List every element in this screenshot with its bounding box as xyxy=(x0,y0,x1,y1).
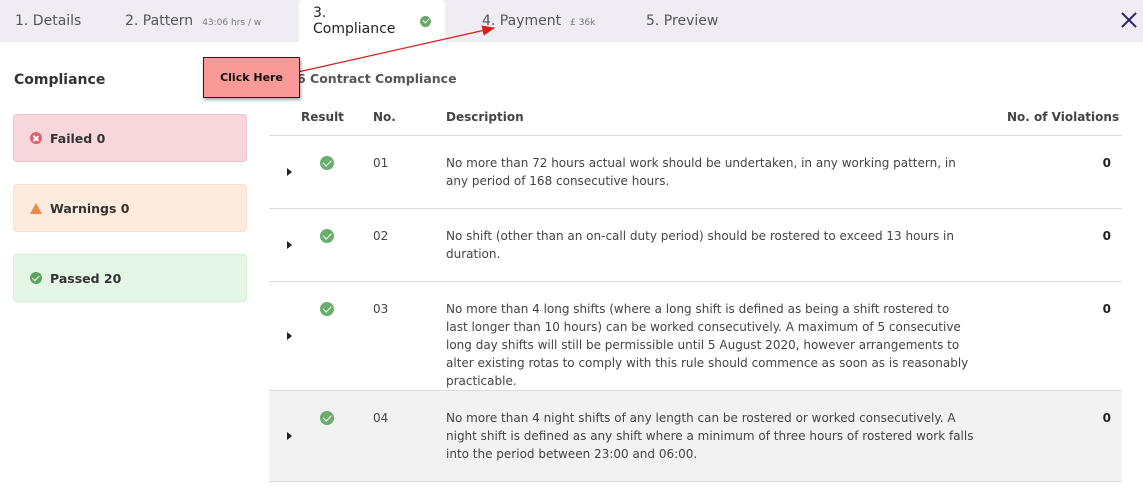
column-header-description[interactable]: Description xyxy=(446,110,524,124)
callout-label: Click Here xyxy=(220,71,283,84)
row-divider xyxy=(269,481,1122,482)
table-row[interactable]: 02 No shift (other than an on-call duty … xyxy=(269,209,1122,281)
check-circle-icon xyxy=(30,272,42,284)
tab-label: 1. Details xyxy=(15,13,82,29)
violation-count: 0 xyxy=(1102,411,1111,425)
expand-caret-icon[interactable] xyxy=(287,241,292,249)
column-header-violations[interactable]: No. of Violations xyxy=(1007,110,1119,124)
violation-count: 0 xyxy=(1102,229,1111,243)
check-circle-icon xyxy=(320,156,334,170)
failed-summary-card[interactable]: Failed 0 xyxy=(13,114,247,162)
violation-count: 0 xyxy=(1102,156,1111,170)
warnings-summary-card[interactable]: Warnings 0 xyxy=(13,184,247,232)
tab-label: 4. Payment xyxy=(482,13,562,29)
expand-caret-icon[interactable] xyxy=(287,432,292,440)
rule-number: 02 xyxy=(373,229,389,243)
warning-triangle-icon xyxy=(30,202,42,214)
tab-subtext: 43:06 hrs / w xyxy=(202,17,262,28)
tab-preview[interactable]: 5. Preview xyxy=(646,0,718,42)
tab-pattern[interactable]: 2. Pattern 43:06 hrs / w xyxy=(125,0,261,42)
sidebar-title: Compliance xyxy=(14,72,106,88)
close-icon[interactable] xyxy=(1118,9,1140,31)
tab-subtext: £ 36k xyxy=(570,17,596,28)
click-here-callout: Click Here xyxy=(203,57,300,98)
failed-count-label: Failed 0 xyxy=(50,130,106,146)
tab-payment[interactable]: 4. Payment £ 36k xyxy=(482,0,595,42)
check-circle-icon xyxy=(320,302,334,316)
tab-details[interactable]: 1. Details xyxy=(15,0,81,42)
passed-count-label: Passed 20 xyxy=(50,270,122,286)
violation-count: 0 xyxy=(1102,302,1111,316)
warnings-count-label: Warnings 0 xyxy=(50,200,130,216)
rule-number: 01 xyxy=(373,156,389,170)
wizard-tab-bar: 1. Details 2. Pattern 43:06 hrs / w 3. C… xyxy=(0,0,1143,42)
tab-label: 5. Preview xyxy=(646,13,719,29)
rule-description: No more than 4 night shifts of any lengt… xyxy=(446,411,974,461)
column-header-number[interactable]: No. xyxy=(373,110,396,124)
expand-caret-icon[interactable] xyxy=(287,332,292,340)
tab-compliance[interactable]: 3. Compliance xyxy=(299,0,445,42)
table-row[interactable]: 03 No more than 4 long shifts (where a l… xyxy=(269,282,1122,390)
rule-description: No more than 4 long shifts (where a long… xyxy=(446,302,969,388)
rule-number: 03 xyxy=(373,302,389,316)
rule-description: No shift (other than an on-call duty per… xyxy=(446,229,954,261)
rule-description: No more than 72 hours actual work should… xyxy=(446,156,956,188)
tab-label: 3. Compliance xyxy=(313,5,396,37)
check-circle-icon xyxy=(420,15,431,27)
section-title: 6 Contract Compliance xyxy=(297,71,457,86)
rule-number: 04 xyxy=(373,411,389,425)
table-row[interactable]: 01 No more than 72 hours actual work sho… xyxy=(269,136,1122,208)
expand-caret-icon[interactable] xyxy=(287,168,292,176)
tab-label: 2. Pattern xyxy=(125,13,194,29)
check-circle-icon xyxy=(320,229,334,243)
column-header-result[interactable]: Result xyxy=(301,110,344,124)
error-circle-icon xyxy=(30,132,42,144)
passed-summary-card[interactable]: Passed 20 xyxy=(13,254,247,302)
check-circle-icon xyxy=(320,411,334,425)
table-row[interactable]: 04 No more than 4 night shifts of any le… xyxy=(269,391,1122,481)
